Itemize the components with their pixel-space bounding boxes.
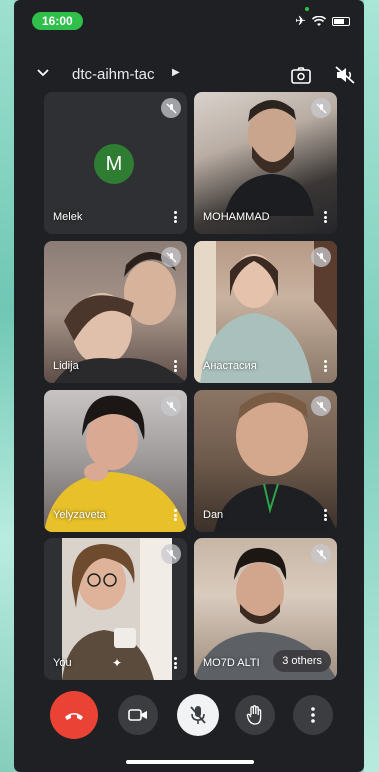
more-options-icon[interactable] bbox=[169, 209, 181, 225]
battery-icon bbox=[332, 16, 350, 26]
home-indicator[interactable] bbox=[126, 760, 254, 764]
others-count-button[interactable]: 3 others bbox=[273, 650, 331, 672]
mic-off-icon bbox=[161, 396, 181, 416]
airplane-icon: ✈ bbox=[295, 13, 306, 28]
avatar: M bbox=[94, 144, 134, 184]
mic-off-icon bbox=[161, 544, 181, 564]
mic-off-icon bbox=[311, 247, 331, 267]
more-options-icon[interactable] bbox=[169, 655, 181, 671]
camera-icon bbox=[128, 709, 147, 721]
mic-off-icon bbox=[190, 706, 206, 724]
call-header: dtc-aihm-tac ▶ bbox=[14, 60, 364, 90]
speaker-off-icon[interactable] bbox=[334, 64, 356, 86]
participant-name: Анастасия bbox=[203, 360, 257, 372]
participant-tile-yelyzaveta[interactable]: Yelyzaveta bbox=[44, 390, 187, 532]
participant-tile-melek[interactable]: M Melek bbox=[44, 92, 187, 234]
more-options-icon[interactable] bbox=[319, 209, 331, 225]
end-call-button[interactable] bbox=[50, 691, 98, 739]
wifi-icon bbox=[312, 15, 326, 26]
phone-screen: 16:00 ✈ dtc-aihm-tac ▶ M Melek MOHAMMAD … bbox=[14, 0, 364, 772]
more-options-icon[interactable] bbox=[169, 358, 181, 374]
background-left bbox=[0, 0, 14, 772]
switch-camera-icon[interactable] bbox=[290, 64, 312, 86]
participant-name: MOHAMMAD bbox=[203, 211, 270, 223]
room-info-arrow-icon[interactable]: ▶ bbox=[172, 67, 180, 78]
more-icon bbox=[311, 707, 315, 723]
effects-sparkle-icon[interactable]: ✦ bbox=[112, 656, 122, 670]
participant-name: Dan bbox=[203, 509, 224, 521]
camera-indicator-icon bbox=[305, 7, 309, 11]
participant-tile-anastasia[interactable]: Анастасия bbox=[194, 241, 337, 383]
participant-name: MO7D ALTI bbox=[203, 657, 260, 669]
participant-tile-you[interactable]: You ✦ bbox=[44, 538, 187, 680]
participant-name: Yelyzaveta bbox=[53, 509, 106, 521]
raise-hand-button[interactable] bbox=[235, 695, 275, 735]
mic-off-icon bbox=[161, 98, 181, 118]
participant-tile-mo7d-alti[interactable]: MO7D ALTI 3 others bbox=[194, 538, 337, 680]
status-time[interactable]: 16:00 bbox=[32, 12, 83, 30]
status-icons: ✈ bbox=[295, 13, 350, 29]
chevron-down-icon[interactable] bbox=[36, 66, 50, 80]
status-bar: 16:00 ✈ bbox=[14, 0, 364, 40]
end-call-icon bbox=[65, 713, 83, 720]
more-options-icon[interactable] bbox=[169, 507, 181, 523]
mic-toggle-button[interactable] bbox=[177, 694, 219, 736]
mic-off-icon bbox=[161, 247, 181, 267]
raise-hand-icon bbox=[246, 705, 262, 725]
more-options-button[interactable] bbox=[293, 695, 333, 735]
background-right bbox=[364, 0, 379, 772]
participant-tile-dan[interactable]: Dan bbox=[194, 390, 337, 532]
participant-name: You bbox=[53, 657, 72, 669]
more-options-icon[interactable] bbox=[319, 358, 331, 374]
mic-off-icon bbox=[311, 544, 331, 564]
participant-tile-lidija[interactable]: Lidija bbox=[44, 241, 187, 383]
participant-name: Melek bbox=[53, 211, 83, 223]
more-options-icon[interactable] bbox=[319, 507, 331, 523]
participant-video bbox=[224, 100, 314, 216]
camera-toggle-button[interactable] bbox=[118, 695, 158, 735]
mic-off-icon bbox=[311, 98, 331, 118]
participant-tile-mohammad[interactable]: MOHAMMAD bbox=[194, 92, 337, 234]
participant-name: Lidija bbox=[53, 360, 79, 372]
call-controls bbox=[14, 691, 364, 743]
room-name[interactable]: dtc-aihm-tac bbox=[72, 66, 155, 83]
mic-off-icon bbox=[311, 396, 331, 416]
